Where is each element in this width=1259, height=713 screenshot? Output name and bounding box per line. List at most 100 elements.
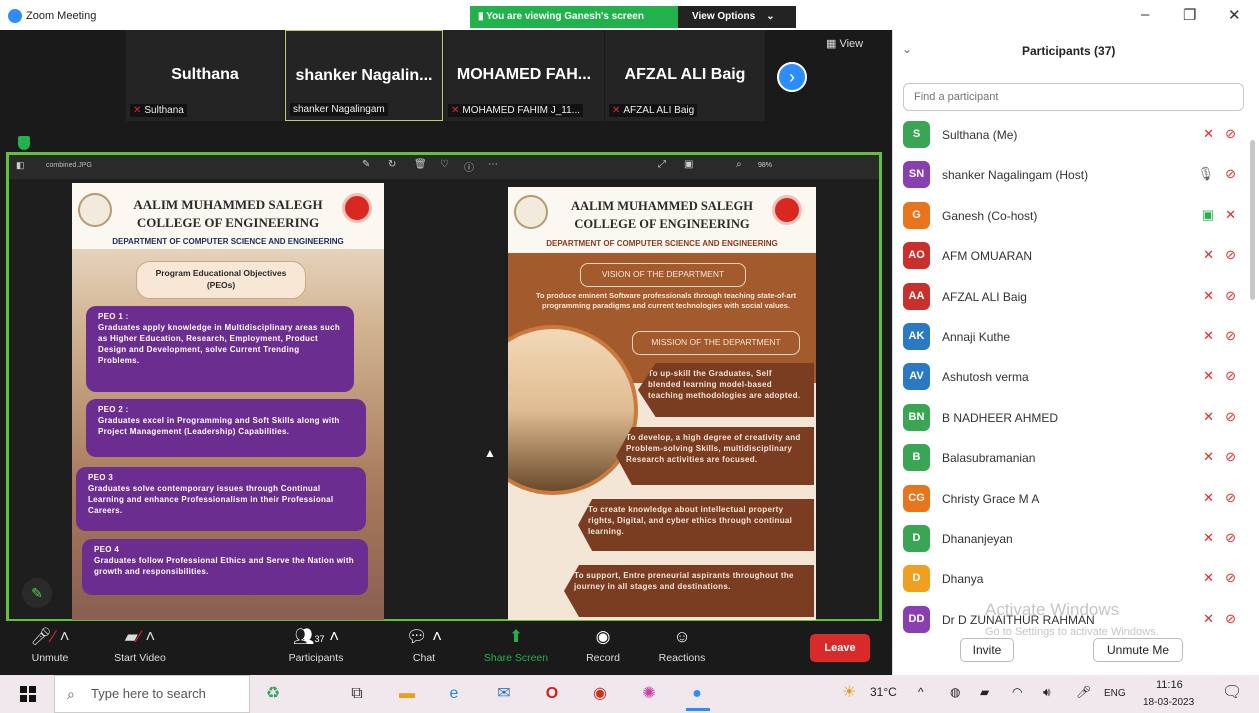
- notifications-icon[interactable]: 🗨︎: [1222, 682, 1242, 702]
- participant-name: AFZAL ALI Baig: [942, 289, 1027, 304]
- volume-icon[interactable]: 🔊︎: [1043, 685, 1051, 700]
- participant-row[interactable]: AK Annaji Kuthe ✕ ⊘: [900, 317, 1246, 357]
- task-view-icon[interactable]: ⧉: [346, 683, 368, 705]
- participant-name: Ganesh (Co-host): [942, 208, 1038, 223]
- unmute-button[interactable]: 🎤︎⁄ ˄ Unmute: [10, 626, 90, 664]
- department-name: DEPARTMENT OF COMPUTER SCIENCE AND ENGIN…: [112, 237, 344, 246]
- invite-button[interactable]: Invite: [960, 638, 1014, 662]
- mic-muted-icon: ✕: [1203, 489, 1214, 505]
- mic-muted-icon: ✕: [451, 105, 460, 116]
- language-indicator[interactable]: ENG: [1104, 688, 1126, 699]
- next-page-button[interactable]: ›: [777, 62, 807, 92]
- participant-row[interactable]: BN B NADHEER AHMED ✕ ⊘: [900, 398, 1246, 438]
- rotate-icon: ↻: [388, 159, 397, 170]
- view-options-button[interactable]: View Options ⌄: [678, 6, 796, 28]
- participant-search-input[interactable]: [903, 83, 1244, 111]
- participant-row[interactable]: CG Christy Grace M A ✕ ⊘: [900, 479, 1246, 519]
- participant-avatar: DD: [903, 605, 930, 633]
- chat-button[interactable]: 💬︎ ˄ Chat: [384, 626, 464, 664]
- video-off-icon: ⊘: [1225, 368, 1236, 384]
- minimize-icon[interactable]: –: [1141, 6, 1149, 23]
- clock-time[interactable]: 11:16: [1156, 679, 1183, 691]
- participant-row[interactable]: AO AFM OMUARAN ✕ ⊘: [900, 236, 1246, 276]
- reactions-button[interactable]: ☺ Reactions: [642, 626, 722, 664]
- participant-row[interactable]: S Sulthana (Me) ✕ ⊘: [900, 115, 1246, 155]
- recycle-icon[interactable]: ♻: [262, 683, 284, 705]
- tile-name: Sulthana: [171, 66, 239, 83]
- fit-icon: ▣: [684, 159, 694, 170]
- participant-row[interactable]: AV Ashutosh verma ✕ ⊘: [900, 357, 1246, 397]
- participant-row[interactable]: D Dhananjeyan ✕ ⊘: [900, 519, 1246, 559]
- edge-icon[interactable]: e: [443, 683, 465, 705]
- chevron-down-icon[interactable]: ⌄: [902, 42, 912, 56]
- taskbar-search-input[interactable]: ⌕ Type here to search: [54, 675, 250, 713]
- more-icon: ⋯: [488, 159, 498, 170]
- start-pane: [20, 695, 27, 702]
- close-icon[interactable]: ✕: [1228, 6, 1241, 24]
- tile-name: shanker Nagalin...: [295, 67, 433, 84]
- chevron-up-icon[interactable]: ^: [918, 685, 924, 699]
- mic-muted-icon: ✕: [1203, 530, 1214, 545]
- app-icon[interactable]: ✺: [638, 683, 660, 705]
- video-tile[interactable]: AFZAL ALI Baig ✕ AFZAL ALI Baig: [605, 30, 765, 121]
- participants-button[interactable]: 👥︎37 ˄ Participants: [276, 626, 356, 664]
- start-video-label: Start Video: [114, 652, 166, 664]
- peo-heading: PEO 4: [94, 545, 120, 554]
- expand-icon: ⤢: [658, 159, 666, 170]
- participant-avatar: D: [903, 565, 930, 593]
- share-screen-button[interactable]: ⬆ Share Screen: [476, 626, 556, 664]
- opera-icon[interactable]: O: [541, 683, 563, 705]
- wifi-icon[interactable]: ◠: [1012, 685, 1022, 699]
- video-tile[interactable]: Sulthana ✕ Sulthana: [126, 30, 284, 121]
- banner-text: You are viewing Ganesh's screen: [486, 11, 644, 22]
- mic-muted-icon: ✕: [1203, 126, 1214, 141]
- college-name-line2: COLLEGE OF ENGINEERING: [574, 217, 750, 231]
- file-explorer-icon[interactable]: ▬: [396, 683, 418, 705]
- video-tile[interactable]: MOHAMED FAH... ✕ MOHAMED FAHIM J_11...: [444, 30, 604, 121]
- participant-row[interactable]: G Ganesh (Co-host) ▣ ✕: [900, 196, 1246, 236]
- annotate-pencil-icon[interactable]: ✎: [22, 578, 52, 608]
- video-off-icon: ▰⁄ ˄: [124, 627, 156, 646]
- college-name-line1: AALIM MUHAMMED SALEGH: [571, 199, 753, 213]
- mic-icon[interactable]: 🎤︎: [1076, 685, 1091, 699]
- participant-name: Dhanya: [942, 572, 984, 587]
- video-off-icon: ⊘: [1225, 610, 1236, 626]
- network-icon[interactable]: ▰: [980, 685, 989, 699]
- restore-icon[interactable]: ❐: [1183, 6, 1196, 24]
- participant-name: Balasubramanian: [942, 451, 1036, 466]
- video-tile-active[interactable]: shanker Nagalin... shanker Nagalingam: [285, 30, 443, 121]
- peo-heading: PEO 2 :: [98, 405, 129, 414]
- chrome-icon[interactable]: ◉: [589, 683, 611, 705]
- participant-row[interactable]: SN shanker Nagalingam (Host) 🎙︎ ⊘: [900, 155, 1246, 195]
- participant-row[interactable]: B Balasubramanian ✕ ⊘: [900, 438, 1246, 478]
- participant-avatar: CG: [903, 484, 930, 512]
- participants-count: 37: [314, 634, 325, 644]
- participant-row[interactable]: AA AFZAL ALI Baig ✕ ⊘: [900, 277, 1246, 317]
- mic-muted-icon: ✕: [1225, 206, 1236, 222]
- record-button[interactable]: ◉ Record: [563, 626, 643, 664]
- peo-box: PEO 4 Graduates follow Professional Ethic…: [82, 539, 368, 595]
- viewing-share-banner: ▮ You are viewing Ganesh's screen: [470, 6, 678, 28]
- mail-icon[interactable]: ✉: [493, 683, 515, 705]
- participant-avatar: AO: [903, 242, 930, 270]
- video-off-icon: ⊘: [1225, 328, 1236, 343]
- security-shield-icon: [18, 136, 30, 150]
- participant-name: Ashutosh verma: [942, 370, 1029, 385]
- weather-icon[interactable]: ☀: [842, 682, 856, 702]
- scrollbar[interactable]: [1250, 140, 1255, 300]
- windows-start-icon[interactable]: [20, 686, 36, 702]
- meet-icon[interactable]: ◍: [950, 685, 960, 699]
- video-off-icon: ⊘: [1225, 408, 1236, 424]
- clock-date[interactable]: 18-03-2023: [1143, 697, 1194, 708]
- zoom-taskbar-icon[interactable]: ●: [686, 683, 708, 705]
- unmute-me-button[interactable]: Unmute Me: [1093, 638, 1183, 662]
- video-off-icon: ⊘: [1225, 570, 1236, 586]
- leave-button[interactable]: Leave: [810, 634, 870, 662]
- share-screen-icon: ⬆: [508, 627, 524, 646]
- view-button[interactable]: ▦ View: [826, 37, 863, 50]
- college-name-line2: COLLEGE OF ENGINEERING: [136, 215, 320, 230]
- participant-row[interactable]: D Dhanya ✕ ⊘: [900, 559, 1246, 599]
- tile-label: ✕ Sulthana: [130, 104, 187, 117]
- peo-text: Graduates follow Professional Ethics and…: [94, 556, 354, 576]
- start-video-button[interactable]: ▰⁄ ˄ Start Video: [100, 626, 180, 664]
